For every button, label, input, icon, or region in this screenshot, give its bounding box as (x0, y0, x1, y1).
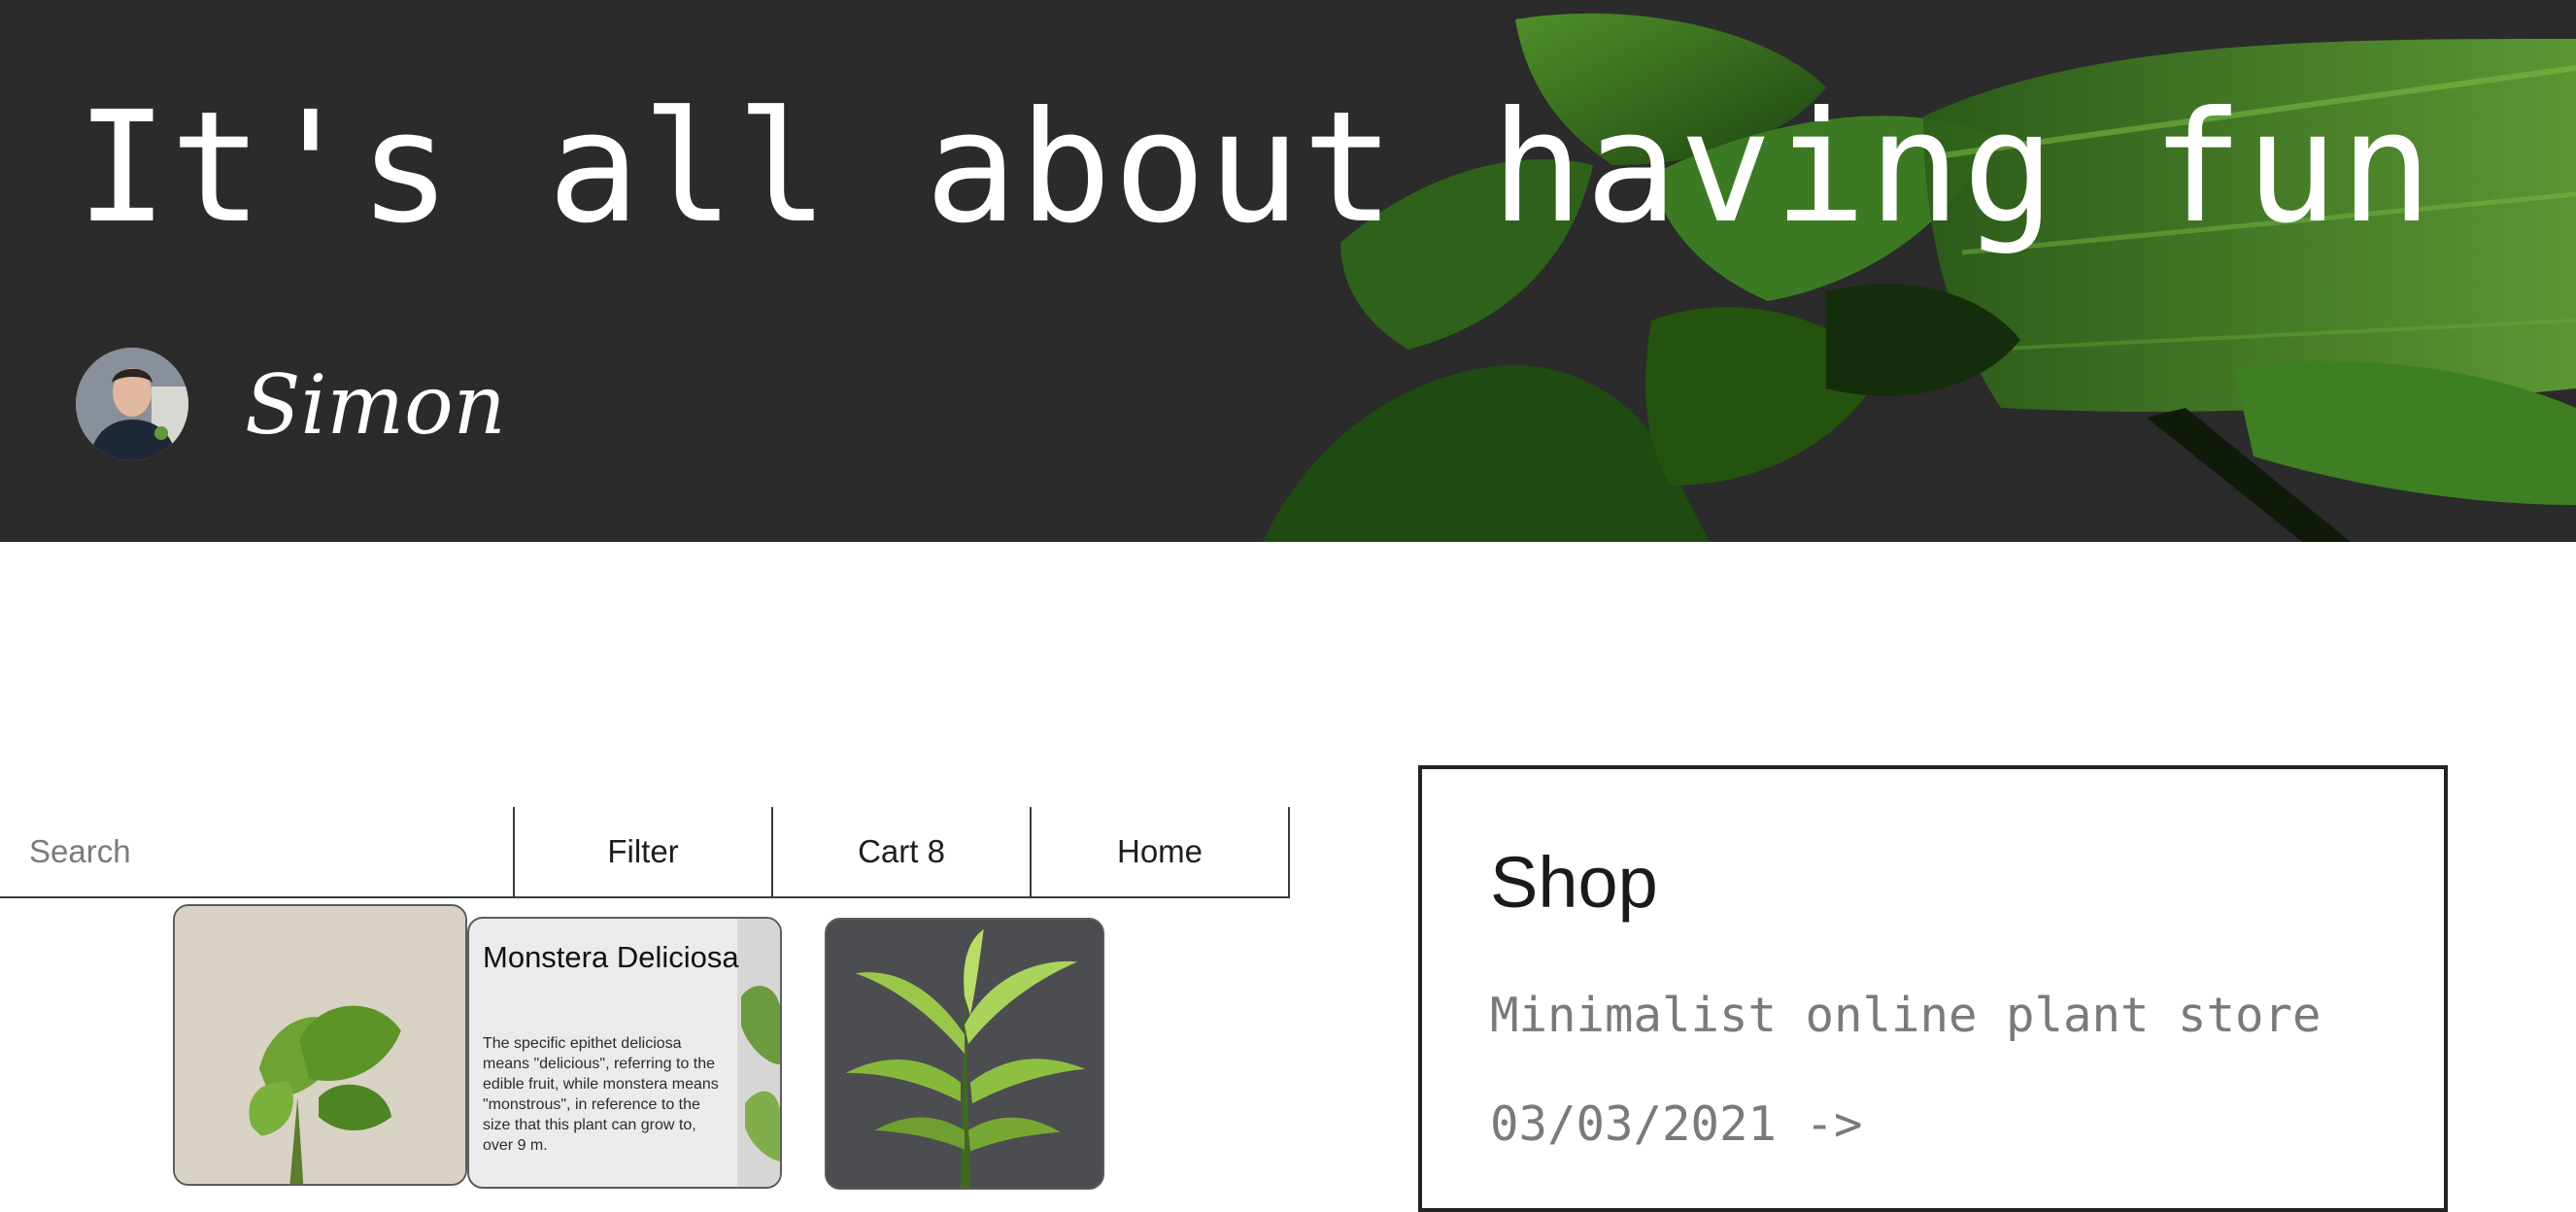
monstera-plant-photo (175, 906, 465, 1184)
product-card[interactable]: Monstera Deliciosa The specific epithet … (467, 917, 782, 1189)
shop-info-panel: Shop Minimalist online plant store 03/03… (1418, 765, 2448, 1212)
author-avatar[interactable] (76, 348, 188, 460)
author-name: Simon (245, 357, 506, 453)
shop-toolbar: Filter Cart 8 Home (0, 807, 1290, 898)
shop-date-link[interactable]: 03/03/2021 -> (1490, 1094, 1863, 1156)
product-card-image[interactable] (173, 904, 467, 1186)
cart-button[interactable]: Cart 8 (771, 807, 1030, 896)
shop-subtitle: Minimalist online plant store (1490, 988, 2322, 1043)
dracaena-plant-photo (827, 920, 1102, 1188)
hero-title: It's all about having fun (76, 79, 2435, 257)
filter-button[interactable]: Filter (513, 807, 771, 896)
product-title: Monstera Deliciosa (483, 940, 739, 974)
search-input[interactable] (0, 807, 513, 896)
product-card-image[interactable] (825, 918, 1104, 1190)
shop-title: Shop (1490, 842, 1658, 923)
home-button[interactable]: Home (1030, 807, 1290, 896)
hero-banner: It's all about having fun Simon (0, 0, 2576, 542)
person-photo-icon (76, 348, 188, 460)
product-description: The specific epithet deliciosa means "de… (483, 1035, 719, 1154)
